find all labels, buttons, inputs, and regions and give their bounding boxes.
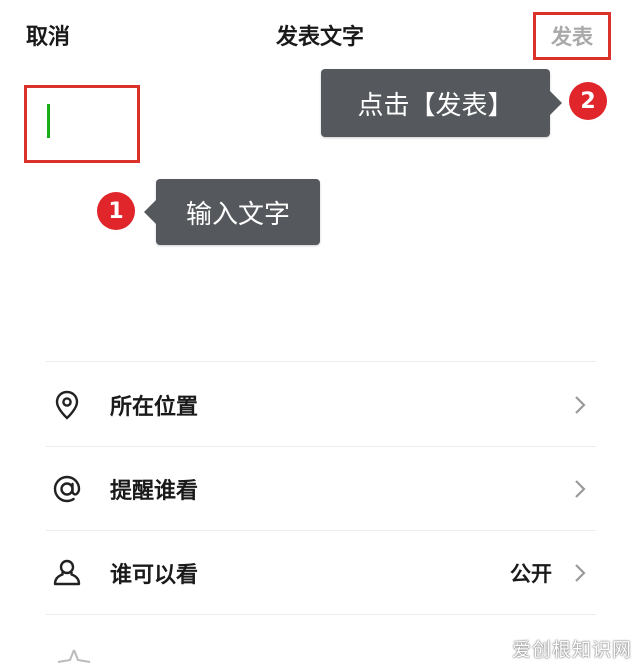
divider bbox=[46, 614, 596, 615]
chevron-right-icon bbox=[575, 564, 586, 582]
step-2-badge: 2 bbox=[569, 82, 607, 120]
tooltip-enter-text: 输入文字 bbox=[144, 179, 320, 245]
option-label-visibility: 谁可以看 bbox=[110, 563, 199, 588]
publish-button[interactable]: 发表 bbox=[533, 12, 611, 60]
tooltip-click-publish-text: 点击【发表】 bbox=[357, 90, 514, 121]
step-1-badge: 1 bbox=[97, 192, 135, 230]
option-row-location[interactable]: 所在位置 bbox=[46, 363, 606, 447]
option-label-remind: 提醒谁看 bbox=[110, 479, 199, 504]
option-label-location: 所在位置 bbox=[110, 395, 199, 420]
chevron-right-icon bbox=[575, 480, 586, 498]
at-sign-icon bbox=[46, 468, 88, 510]
chevron-right-icon bbox=[575, 396, 586, 414]
visibility-value: 公开 bbox=[510, 562, 552, 586]
option-row-visibility[interactable]: 谁可以看 公开 bbox=[46, 531, 606, 615]
watermark: 爱创根知识网 bbox=[511, 639, 632, 661]
tooltip-enter-text-text: 输入文字 bbox=[185, 199, 290, 230]
person-icon bbox=[46, 552, 88, 594]
tooltip-click-publish: 点击【发表】 bbox=[321, 69, 562, 137]
text-input-field[interactable] bbox=[24, 85, 140, 163]
text-cursor bbox=[47, 104, 50, 138]
option-row-remind[interactable]: 提醒谁看 bbox=[46, 447, 606, 531]
star-icon bbox=[57, 649, 91, 663]
location-pin-icon bbox=[46, 384, 88, 426]
divider bbox=[46, 361, 596, 362]
publish-button-label: 发表 bbox=[551, 25, 593, 49]
